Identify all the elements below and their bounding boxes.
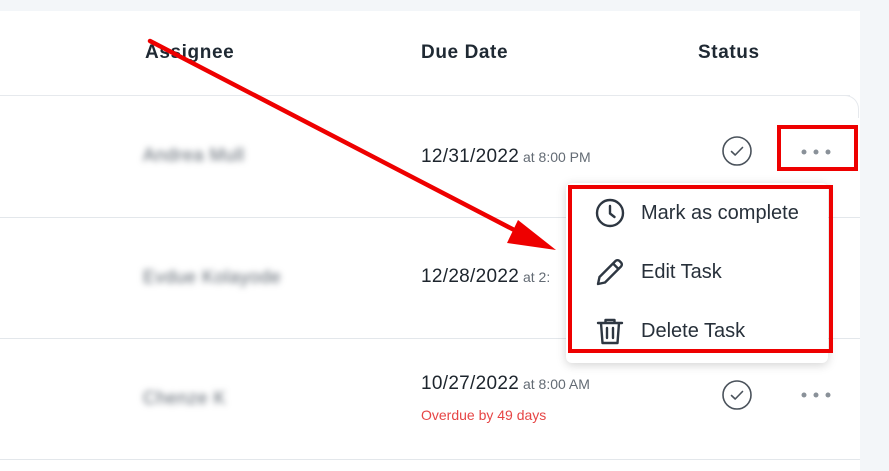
more-options-button[interactable]: [797, 385, 837, 405]
column-header-due-date[interactable]: Due Date: [421, 42, 508, 64]
due-date: 10/27/2022 at 8:00 AM: [421, 373, 590, 395]
column-header-status[interactable]: Status: [698, 42, 760, 64]
due-time: at 2:: [519, 269, 551, 285]
row-divider: [0, 459, 860, 460]
annotation-highlight-menu: [568, 185, 833, 353]
due-date-value: 12/28/2022: [421, 266, 520, 287]
due-time: at 8:00 AM: [519, 376, 590, 392]
due-date: 12/28/2022 at 2:: [421, 266, 550, 288]
status-check-icon[interactable]: [722, 380, 752, 410]
status-check-icon[interactable]: [722, 136, 752, 166]
assignee-name: Evdue Kolayode: [143, 267, 282, 287]
due-time: at 8:00 PM: [519, 149, 591, 165]
assignee-name: Andrea Mull: [143, 145, 245, 165]
overdue-notice: Overdue by 49 days: [421, 407, 547, 423]
row-divider: [0, 95, 850, 96]
assignee-name: Chenze K: [143, 388, 227, 408]
column-header-assignee[interactable]: Assignee: [145, 42, 234, 64]
due-date-value: 10/27/2022: [421, 373, 520, 394]
annotation-highlight-more-button: [777, 125, 858, 171]
due-date-value: 12/31/2022: [421, 146, 520, 167]
due-date: 12/31/2022 at 8:00 PM: [421, 146, 591, 168]
